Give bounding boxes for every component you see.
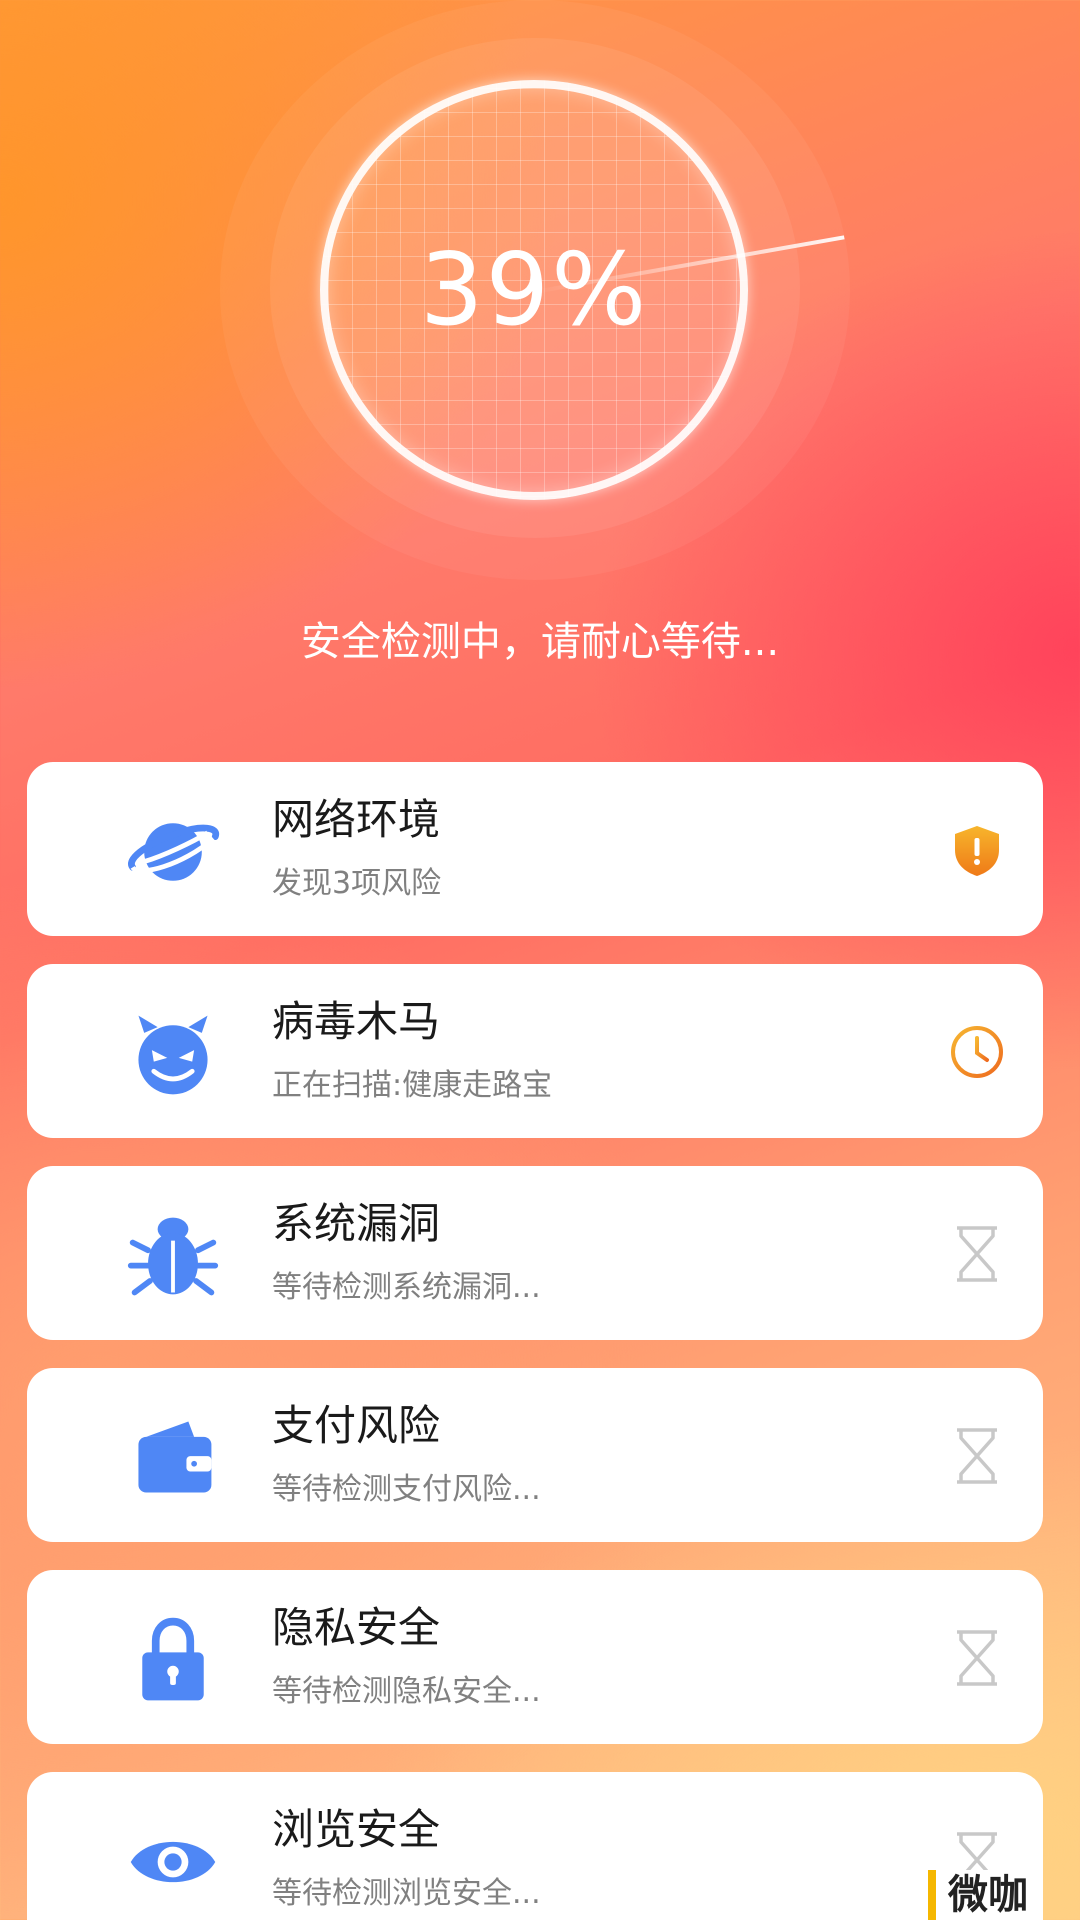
watermark-logo: 微咖	[928, 1870, 1040, 1920]
hourglass-icon	[957, 1630, 997, 1686]
clock-icon	[951, 1026, 1003, 1078]
devil-face-icon	[138, 1015, 208, 1095]
wallet-icon	[138, 1421, 212, 1493]
check-item-subtitle: 正在扫描:健康走路宝	[272, 1068, 553, 1103]
progress-percent: 39%	[419, 231, 649, 348]
scan-status-text: 安全检测中，请耐心等待...	[300, 619, 780, 665]
check-item-network[interactable]: 网络环境 发现3项风险	[27, 762, 1043, 936]
check-item-title: 浏览安全	[272, 1805, 441, 1854]
hourglass-icon	[957, 1226, 997, 1282]
check-list: 网络环境 发现3项风险 病毒木马 正在扫描:健康走路宝 系统漏洞 等待检测系统漏…	[27, 762, 1043, 1920]
check-item-subtitle: 等待检测系统漏洞...	[272, 1270, 541, 1305]
bug-icon	[127, 1217, 219, 1296]
check-item-title: 支付风险	[272, 1401, 441, 1450]
check-item-privacy[interactable]: 隐私安全 等待检测隐私安全...	[27, 1570, 1043, 1744]
check-item-title: 病毒木马	[272, 997, 441, 1046]
check-item-subtitle: 发现3项风险	[272, 866, 442, 901]
check-item-subtitle: 等待检测支付风险...	[272, 1472, 541, 1507]
warning-shield-icon	[955, 826, 999, 876]
check-item-system-vulnerability[interactable]: 系统漏洞 等待检测系统漏洞...	[27, 1166, 1043, 1340]
check-item-virus[interactable]: 病毒木马 正在扫描:健康走路宝	[27, 964, 1043, 1138]
check-item-title: 系统漏洞	[272, 1199, 441, 1248]
lock-icon	[142, 1617, 204, 1701]
check-item-title: 隐私安全	[272, 1603, 441, 1652]
check-item-subtitle: 等待检测浏览安全...	[272, 1876, 541, 1911]
check-item-subtitle: 等待检测隐私安全...	[272, 1674, 541, 1709]
check-item-browsing[interactable]: 浏览安全 等待检测浏览安全...	[27, 1772, 1043, 1920]
scan-progress-ring: 39%	[0, 0, 1080, 600]
planet-icon	[128, 823, 220, 881]
eye-icon	[130, 1841, 216, 1883]
check-item-title: 网络环境	[272, 795, 441, 844]
hourglass-icon	[957, 1428, 997, 1484]
check-item-payment-risk[interactable]: 支付风险 等待检测支付风险...	[27, 1368, 1043, 1542]
